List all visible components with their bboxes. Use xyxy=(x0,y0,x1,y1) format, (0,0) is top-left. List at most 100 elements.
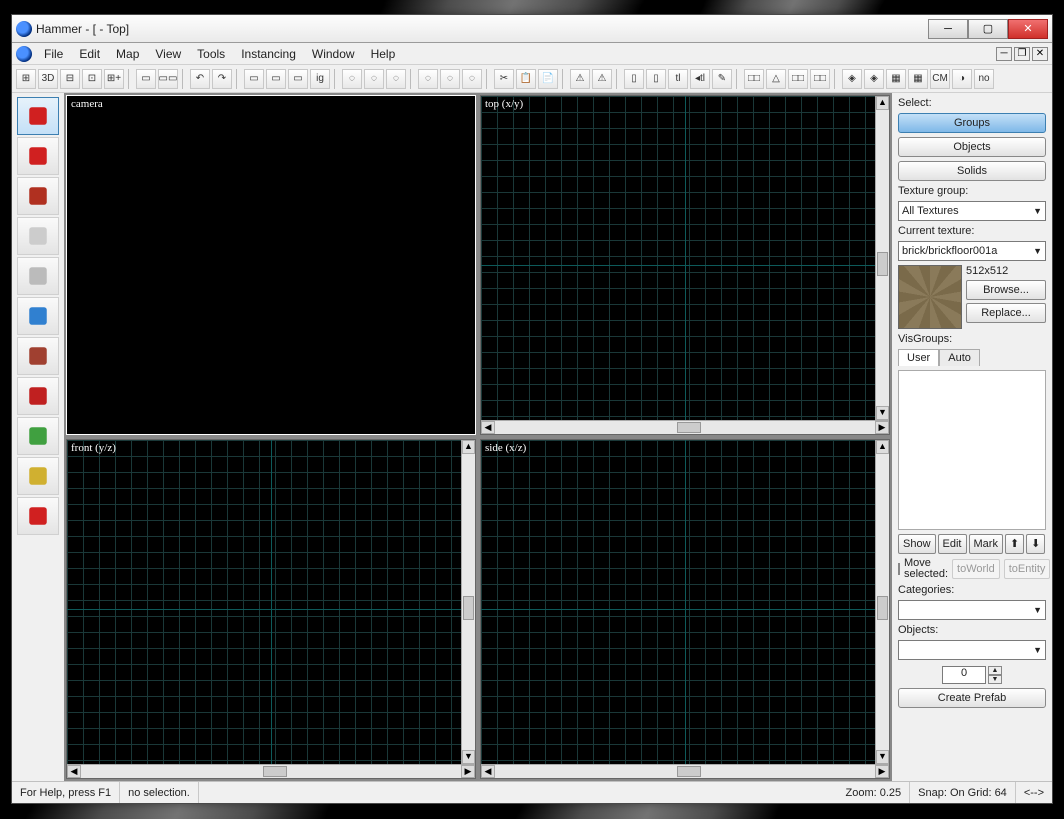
tab-auto[interactable]: Auto xyxy=(939,349,980,366)
block-tool[interactable] xyxy=(17,257,59,295)
toolbar-button-27[interactable]: 📄 xyxy=(538,69,558,89)
down-button[interactable]: ⬇ xyxy=(1026,534,1045,554)
menu-help[interactable]: Help xyxy=(363,45,404,63)
texture-group-select[interactable]: All Textures ▼ xyxy=(898,201,1046,221)
toolbar-button-41[interactable]: □□ xyxy=(810,69,830,89)
spin-up[interactable]: ▲ xyxy=(988,666,1002,675)
camera-tool[interactable] xyxy=(17,177,59,215)
menu-view[interactable]: View xyxy=(147,45,189,63)
edit-button[interactable]: Edit xyxy=(938,534,967,554)
toolbar-button-29[interactable]: ⚠ xyxy=(570,69,590,89)
decal-tool[interactable] xyxy=(17,377,59,415)
mdi-restore[interactable]: ❐ xyxy=(1014,47,1030,61)
menu-window[interactable]: Window xyxy=(304,45,363,63)
toolbar-button-40[interactable]: □□ xyxy=(788,69,808,89)
toolbar-button-48[interactable]: ◑ xyxy=(952,69,972,89)
scrollbar-horizontal[interactable]: ◀▶ xyxy=(67,764,475,778)
toolbar-button-15[interactable]: ig xyxy=(310,69,330,89)
scrollbar-vertical[interactable]: ▲▼ xyxy=(875,440,889,764)
scrollbar-vertical[interactable]: ▲▼ xyxy=(875,96,889,420)
toolbar-button-26[interactable]: 📋 xyxy=(516,69,536,89)
clipping-tool[interactable] xyxy=(17,457,59,495)
toolbar-button-18[interactable]: ◌ xyxy=(364,69,384,89)
move-checkbox[interactable] xyxy=(898,563,900,575)
to-entity-button[interactable]: toEntity xyxy=(1004,559,1051,579)
toolbar-button-39[interactable]: △ xyxy=(766,69,786,89)
toolbar-button-45[interactable]: ▦ xyxy=(886,69,906,89)
toolbar-button-25[interactable]: ✂ xyxy=(494,69,514,89)
toolbar-button-4[interactable]: ⊞+ xyxy=(104,69,124,89)
show-button[interactable]: Show xyxy=(898,534,936,554)
viewport-top[interactable]: top (x/y) ▲▼ ◀▶ xyxy=(480,95,890,435)
toolbar-button-32[interactable]: ▯ xyxy=(624,69,644,89)
viewport-front[interactable]: front (y/z) ▲▼ ◀▶ xyxy=(66,439,476,779)
menu-file[interactable]: File xyxy=(36,45,71,63)
tab-user[interactable]: User xyxy=(898,349,939,366)
categories-select[interactable]: ▼ xyxy=(898,600,1046,620)
up-button[interactable]: ⬆ xyxy=(1005,534,1024,554)
faces-input[interactable]: 0 xyxy=(942,666,986,684)
titlebar[interactable]: Hammer - [ - Top] ─ ▢ ✕ xyxy=(12,15,1052,43)
select-solids-button[interactable]: Solids xyxy=(898,161,1046,181)
toolbar-button-43[interactable]: ◈ xyxy=(842,69,862,89)
menu-instancing[interactable]: Instancing xyxy=(233,45,304,63)
toolbar-button-35[interactable]: ◂tl xyxy=(690,69,710,89)
scrollbar-horizontal[interactable]: ◀▶ xyxy=(481,420,889,434)
toolbar-button-17[interactable]: ◌ xyxy=(342,69,362,89)
minimize-button[interactable]: ─ xyxy=(928,19,968,39)
toolbar-button-34[interactable]: tl xyxy=(668,69,688,89)
select-objects-button[interactable]: Objects xyxy=(898,137,1046,157)
toolbar-button-21[interactable]: ◌ xyxy=(418,69,438,89)
toolbar-button-10[interactable]: ↷ xyxy=(212,69,232,89)
toolbar-button-0[interactable]: ⊞ xyxy=(16,69,36,89)
toolbar-button-49[interactable]: no xyxy=(974,69,994,89)
mark-button[interactable]: Mark xyxy=(969,534,1003,554)
to-world-button[interactable]: toWorld xyxy=(952,559,1000,579)
browse-button[interactable]: Browse... xyxy=(966,280,1046,300)
toolbar-button-46[interactable]: ▦ xyxy=(908,69,928,89)
magnify-tool[interactable] xyxy=(17,137,59,175)
mdi-close[interactable]: ✕ xyxy=(1032,47,1048,61)
toolbar-button-12[interactable]: ▭ xyxy=(244,69,264,89)
selection-tool[interactable] xyxy=(17,97,59,135)
toolbar-button-13[interactable]: ▭ xyxy=(266,69,286,89)
overlay-tool[interactable] xyxy=(17,417,59,455)
toolbar-button-44[interactable]: ◈ xyxy=(864,69,884,89)
create-prefab-button[interactable]: Create Prefab xyxy=(898,688,1046,708)
scrollbar-vertical[interactable]: ▲▼ xyxy=(461,440,475,764)
apply-texture-tool[interactable] xyxy=(17,337,59,375)
toolbar-button-47[interactable]: CM xyxy=(930,69,950,89)
objects-select[interactable]: ▼ xyxy=(898,640,1046,660)
menu-map[interactable]: Map xyxy=(108,45,147,63)
toolbar-button-1[interactable]: 3D xyxy=(38,69,58,89)
mdi-minimize[interactable]: ─ xyxy=(996,47,1012,61)
toolbar-button-30[interactable]: ⚠ xyxy=(592,69,612,89)
toolbar-button-3[interactable]: ⊡ xyxy=(82,69,102,89)
menu-edit[interactable]: Edit xyxy=(71,45,108,63)
menu-tools[interactable]: Tools xyxy=(189,45,233,63)
toolbar-button-36[interactable]: ✎ xyxy=(712,69,732,89)
maximize-button[interactable]: ▢ xyxy=(968,19,1008,39)
select-groups-button[interactable]: Groups xyxy=(898,113,1046,133)
viewport-camera[interactable]: camera xyxy=(66,95,476,435)
toolbar-button-2[interactable]: ⊟ xyxy=(60,69,80,89)
toolbar-button-23[interactable]: ◌ xyxy=(462,69,482,89)
visgroups-list[interactable] xyxy=(898,370,1046,530)
toolbar-button-22[interactable]: ◌ xyxy=(440,69,460,89)
toolbar-button-6[interactable]: ▭ xyxy=(136,69,156,89)
entity-tool[interactable] xyxy=(17,217,59,255)
close-button[interactable]: ✕ xyxy=(1008,19,1048,39)
scrollbar-horizontal[interactable]: ◀▶ xyxy=(481,764,889,778)
viewport-side[interactable]: side (x/z) ▲▼ ◀▶ xyxy=(480,439,890,779)
texture-tool[interactable] xyxy=(17,297,59,335)
replace-button[interactable]: Replace... xyxy=(966,303,1046,323)
toolbar-button-14[interactable]: ▭ xyxy=(288,69,308,89)
current-texture-select[interactable]: brick/brickfloor001a ▼ xyxy=(898,241,1046,261)
toolbar-button-19[interactable]: ◌ xyxy=(386,69,406,89)
spin-down[interactable]: ▼ xyxy=(988,675,1002,684)
toolbar-button-9[interactable]: ↶ xyxy=(190,69,210,89)
toolbar-button-33[interactable]: ▯ xyxy=(646,69,666,89)
vertex-tool[interactable] xyxy=(17,497,59,535)
toolbar-button-7[interactable]: ▭▭ xyxy=(158,69,178,89)
toolbar-button-38[interactable]: □□ xyxy=(744,69,764,89)
